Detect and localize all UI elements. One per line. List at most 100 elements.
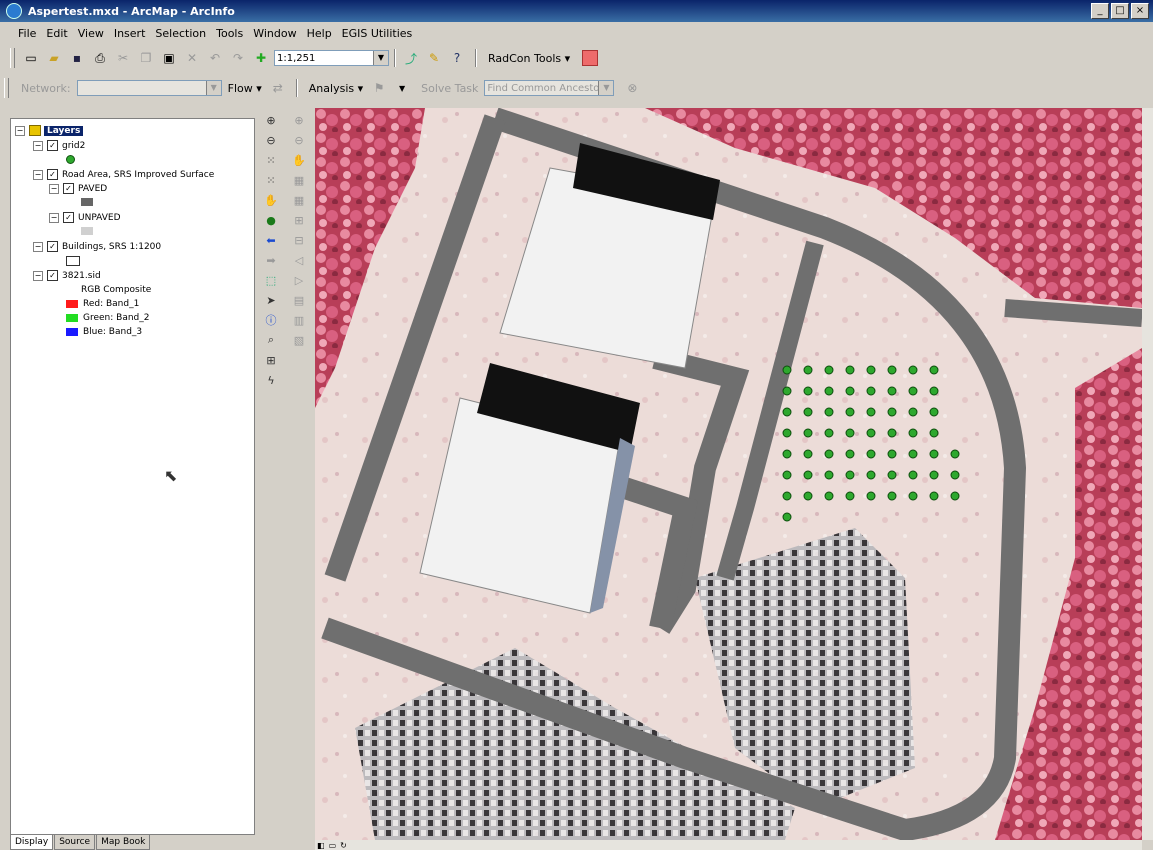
layer-visibility-checkbox[interactable]: ✓ — [47, 241, 58, 252]
close-button[interactable]: × — [1131, 3, 1149, 19]
data-view-icon[interactable]: ◧ — [317, 841, 325, 850]
zoom-out-icon[interactable]: ⊖ — [263, 132, 279, 148]
fixed-zoom-out-icon[interactable]: ⁙ — [263, 172, 279, 188]
find-icon[interactable]: ⌕ — [263, 332, 279, 348]
back-extent-icon[interactable]: ⬅ — [263, 232, 279, 248]
grid-point — [782, 491, 792, 501]
menu-edit[interactable]: Edit — [46, 27, 67, 40]
menu-egis-utilities[interactable]: EGIS Utilities — [342, 27, 413, 40]
network-combo[interactable]: ▼ — [76, 80, 222, 96]
solve-icon[interactable]: ⊗ — [622, 78, 642, 98]
collapse-icon[interactable]: − — [33, 169, 43, 180]
undo-icon[interactable]: ↶ — [205, 48, 225, 68]
layer-visibility-checkbox[interactable]: ✓ — [47, 169, 58, 180]
tab-source[interactable]: Source — [54, 835, 96, 850]
chevron-down-icon[interactable]: ▼ — [598, 81, 614, 95]
new-document-icon[interactable]: ▭ — [21, 48, 41, 68]
flow-menu[interactable]: Flow ▾ — [228, 82, 262, 95]
radcon-color-icon[interactable] — [582, 50, 599, 66]
toc-layer-road-area[interactable]: − ✓ Road Area, SRS Improved Surface — [33, 169, 214, 180]
add-data-icon[interactable]: ✚ — [251, 48, 271, 68]
print-icon[interactable]: ⎙ — [90, 48, 110, 68]
layout-pan-icon[interactable]: ✋ — [291, 152, 307, 168]
zoom-whole-page-icon[interactable]: ▦ — [291, 172, 307, 188]
layout-zoom-in-icon[interactable]: ⊕ — [291, 112, 307, 128]
refresh-view-icon[interactable]: ↻ — [340, 841, 347, 850]
toc-layer-grid2[interactable]: − ✓ grid2 — [33, 140, 85, 151]
zoom-in-icon[interactable]: ⊕ — [263, 112, 279, 128]
full-extent-icon[interactable]: ● — [263, 212, 279, 228]
select-elements-icon[interactable]: ➤ — [263, 292, 279, 308]
forward-extent-icon[interactable]: ➡ — [263, 252, 279, 268]
focus-data-frame-icon[interactable]: ▧ — [291, 332, 307, 348]
toc-layer-buildings[interactable]: − ✓ Buildings, SRS 1:1200 — [33, 241, 161, 252]
paste-icon[interactable]: ▣ — [159, 48, 179, 68]
zoom-control-icon[interactable]: ▤ — [291, 292, 307, 308]
collapse-icon[interactable]: − — [15, 125, 25, 136]
layer-visibility-checkbox[interactable]: ✓ — [47, 140, 58, 151]
redo-icon[interactable]: ↷ — [228, 48, 248, 68]
save-icon[interactable]: ▪ — [67, 48, 87, 68]
measure-icon[interactable]: ⊞ — [263, 352, 279, 368]
tab-map-book[interactable]: Map Book — [96, 835, 151, 850]
trace-task-combo[interactable]: Find Common Ancestors ▼ — [484, 80, 615, 96]
toc-layer-sid[interactable]: − ✓ 3821.sid — [33, 270, 101, 281]
editor-toolbar-icon[interactable]: ⤴ — [401, 48, 421, 68]
menu-file[interactable]: File — [18, 27, 36, 40]
cut-icon[interactable]: ✂ — [113, 48, 133, 68]
fixed-zoom-in-icon[interactable]: ⁙ — [263, 152, 279, 168]
go-back-extent-icon[interactable]: ◁ — [291, 252, 307, 268]
toolbar-grip[interactable] — [4, 78, 9, 98]
collapse-icon[interactable]: − — [49, 183, 59, 194]
identify-icon[interactable]: ⓘ — [263, 312, 279, 328]
menu-window[interactable]: Window — [253, 27, 296, 40]
collapse-icon[interactable]: − — [49, 212, 59, 223]
collapse-icon[interactable]: − — [33, 140, 43, 151]
toolbar-grip[interactable] — [10, 48, 15, 68]
whats-this-help-icon[interactable]: ? — [447, 48, 467, 68]
collapse-icon[interactable]: − — [33, 270, 43, 281]
chevron-down-icon[interactable]: ▼ — [373, 51, 388, 65]
minimize-button[interactable]: _ — [1091, 3, 1109, 19]
layout-fixed-zoom-out-icon[interactable]: ⊟ — [291, 232, 307, 248]
menu-tools[interactable]: Tools — [216, 27, 243, 40]
flag-dropdown-icon[interactable]: ▼ — [392, 78, 412, 98]
menu-help[interactable]: Help — [307, 27, 332, 40]
layer-visibility-checkbox[interactable]: ✓ — [47, 270, 58, 281]
go-forward-extent-icon[interactable]: ▷ — [291, 272, 307, 288]
layer-visibility-checkbox[interactable]: ✓ — [63, 212, 74, 223]
analysis-menu[interactable]: Analysis ▾ — [309, 82, 363, 95]
select-features-icon[interactable]: ⬚ — [263, 272, 279, 288]
layer-visibility-checkbox[interactable]: ✓ — [63, 183, 74, 194]
layout-zoom-out-icon[interactable]: ⊖ — [291, 132, 307, 148]
map-display[interactable] — [315, 108, 1142, 840]
layout-fixed-zoom-in-icon[interactable]: ⊞ — [291, 212, 307, 228]
toc-sublayer-unpaved[interactable]: − ✓ UNPAVED — [49, 212, 121, 223]
map-vertical-scrollbar[interactable] — [1142, 108, 1153, 840]
toc-sublayer-paved[interactable]: − ✓ PAVED — [49, 183, 107, 194]
radcon-tools-menu[interactable]: RadCon Tools ▾ — [488, 52, 570, 65]
delete-icon[interactable]: ✕ — [182, 48, 202, 68]
zoom-100-icon[interactable]: ▦ — [291, 192, 307, 208]
map-horizontal-scrollbar[interactable]: ◧ ▭ ↻ — [315, 840, 1142, 850]
hyperlink-icon[interactable]: ϟ — [263, 372, 279, 388]
flow-arrows-icon[interactable]: ⇄ — [268, 78, 288, 98]
grid-point — [803, 470, 813, 480]
collapse-icon[interactable]: − — [33, 241, 43, 252]
menu-view[interactable]: View — [78, 27, 104, 40]
add-flag-icon[interactable]: ⚑ — [369, 78, 389, 98]
map-scale-combo[interactable]: 1:1,251 ▼ — [274, 50, 389, 66]
copy-icon[interactable]: ❐ — [136, 48, 156, 68]
layout-view-icon[interactable]: ▭ — [329, 841, 337, 850]
toggle-draft-mode-icon[interactable]: ▥ — [291, 312, 307, 328]
maximize-button[interactable]: □ — [1111, 3, 1129, 19]
tab-display[interactable]: Display — [10, 835, 54, 850]
red-band-swatch-icon — [66, 300, 78, 308]
menu-insert[interactable]: Insert — [114, 27, 146, 40]
open-folder-icon[interactable]: ▰ — [44, 48, 64, 68]
chevron-down-icon[interactable]: ▼ — [205, 81, 221, 95]
menu-selection[interactable]: Selection — [155, 27, 206, 40]
pan-icon[interactable]: ✋ — [263, 192, 279, 208]
arctoolbox-icon[interactable]: ✎ — [424, 48, 444, 68]
toc-root-row[interactable]: − Layers — [15, 125, 84, 136]
